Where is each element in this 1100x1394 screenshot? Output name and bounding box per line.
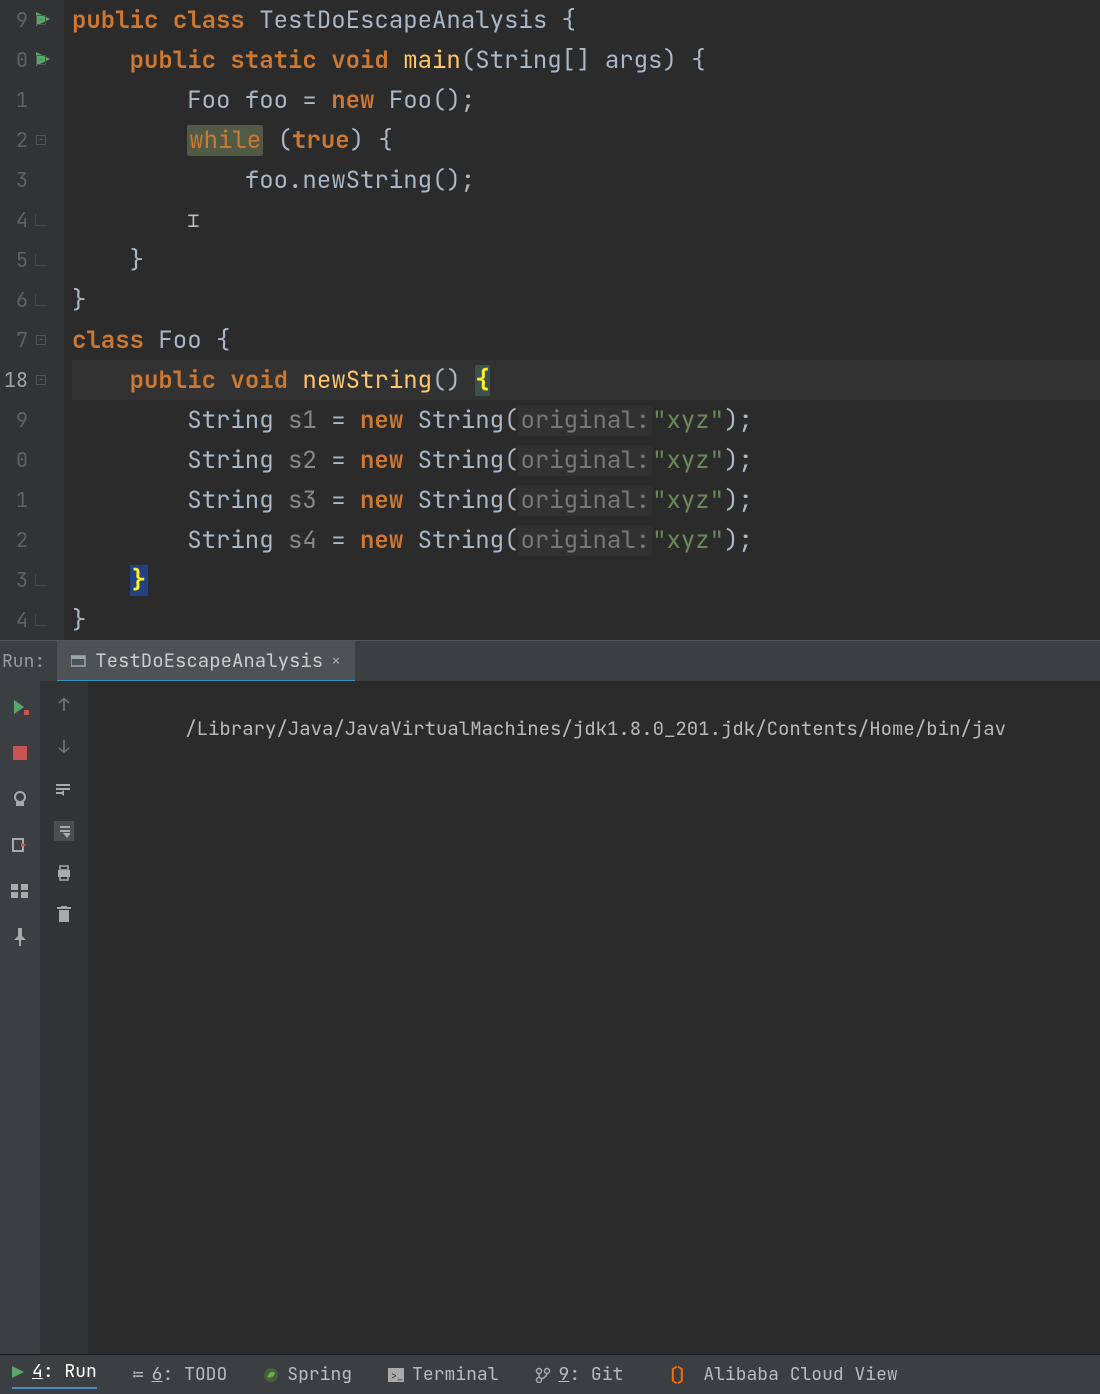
highlighted-keyword: while [187, 125, 263, 156]
fold-end-icon[interactable] [35, 614, 47, 626]
fold-icon[interactable] [36, 335, 46, 345]
fold-end-icon[interactable] [35, 214, 47, 226]
editor-gutter: 9 0 1 2 3 4 5 6 7 18 9 0 1 2 3 4 [0, 0, 64, 640]
svg-text:>_: >_ [391, 1369, 403, 1382]
exit-icon[interactable] [10, 835, 30, 855]
rerun-icon[interactable] [10, 697, 30, 717]
tool-tab-terminal[interactable]: >_ Terminal [388, 1363, 498, 1386]
pin-icon[interactable] [10, 927, 30, 947]
run-inner-toolbar: ↑ ↓ [40, 681, 88, 1354]
run-tab-icon [71, 654, 87, 668]
git-branch-icon [535, 1367, 551, 1383]
print-icon[interactable] [54, 863, 74, 883]
fold-end-icon[interactable] [35, 294, 47, 306]
active-line: public void newString() { [72, 360, 1100, 400]
list-icon: ≔ [133, 1363, 144, 1386]
spring-icon [263, 1367, 279, 1383]
run-tab-title: TestDoEscapeAnalysis [95, 648, 323, 673]
fold-end-icon[interactable] [35, 574, 47, 586]
scroll-to-end-icon[interactable] [54, 821, 74, 841]
tool-tab-git[interactable]: 9: Git9: Git [535, 1363, 624, 1386]
dump-threads-icon[interactable] [10, 789, 30, 809]
fold-icon[interactable] [36, 135, 46, 145]
tool-tab-spring[interactable]: Spring [263, 1363, 352, 1386]
tool-tab-run[interactable]: 44: Run: Run [12, 1360, 97, 1389]
bottom-toolbar: 44: Run: Run ≔ 6: TODO6: TODO Spring >_ … [0, 1354, 1100, 1394]
code-area[interactable]: public class TestDoEscapeAnalysis { publ… [64, 0, 1100, 640]
tool-tab-alibaba-cloud[interactable]: 〔〕 Alibaba Cloud View [659, 1362, 897, 1388]
line-number: 9 [0, 7, 28, 33]
run-side-toolbar [0, 681, 40, 1354]
stop-icon[interactable] [10, 743, 30, 763]
tool-tab-todo[interactable]: ≔ 6: TODO6: TODO [133, 1363, 227, 1386]
fold-icon[interactable] [36, 15, 46, 25]
up-arrow-icon[interactable]: ↑ [54, 695, 74, 715]
console-output[interactable]: /Library/Java/JavaVirtualMachines/jdk1.8… [88, 681, 1100, 1354]
layout-icon[interactable] [10, 881, 30, 901]
console-line: /Library/Java/JavaVirtualMachines/jdk1.8… [185, 716, 1006, 741]
code-editor[interactable]: 9 0 1 2 3 4 5 6 7 18 9 0 1 2 3 4 public … [0, 0, 1100, 640]
down-arrow-icon[interactable]: ↓ [54, 737, 74, 757]
line-number: 0 [0, 47, 28, 73]
fold-icon[interactable] [36, 55, 46, 65]
terminal-icon: >_ [388, 1368, 404, 1382]
matched-brace: { [475, 365, 489, 396]
run-panel-label: Run: [0, 650, 57, 673]
run-tool-window: Run: TestDoEscapeAnalysis × ↑ ↓ [0, 640, 1100, 1354]
parameter-hint: original: [518, 405, 652, 436]
run-config-tab[interactable]: TestDoEscapeAnalysis × [57, 641, 355, 681]
soft-wrap-icon[interactable] [54, 779, 74, 799]
alibaba-cloud-icon: 〔〕 [659, 1362, 695, 1388]
fold-end-icon[interactable] [35, 254, 47, 266]
close-icon[interactable]: × [331, 650, 341, 671]
trash-icon[interactable] [54, 905, 74, 925]
text-cursor-icon: ⌶ [187, 207, 199, 233]
matched-brace: } [130, 565, 148, 596]
fold-icon[interactable] [36, 375, 46, 385]
